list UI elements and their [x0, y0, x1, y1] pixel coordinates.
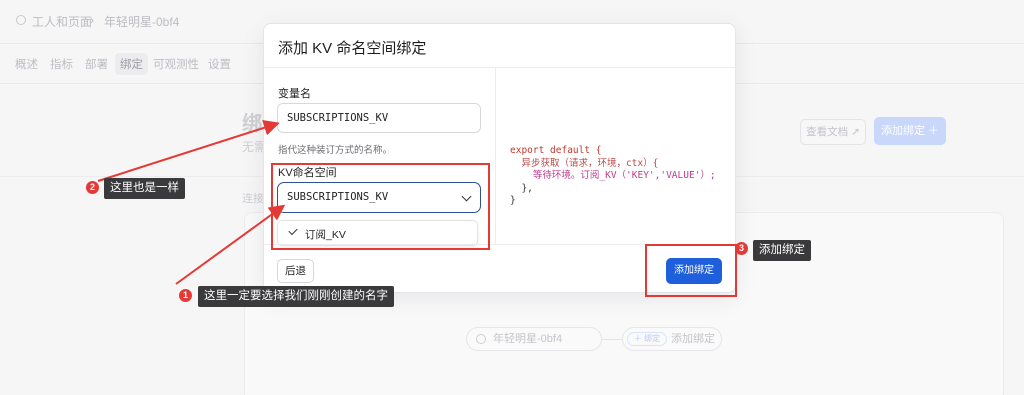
code-line: },: [510, 182, 533, 194]
worker-icon: [16, 15, 26, 25]
breadcrumb-root[interactable]: 工人和页面: [32, 13, 92, 30]
code-preview: export default { 异步获取（请求，环境，ctx）{ 等待环境。订…: [496, 68, 737, 244]
add-binding-header-button[interactable]: 添加绑定 ＋: [874, 117, 946, 145]
bind-label: 添加绑定: [671, 333, 715, 345]
bind-pill: ＋ 绑定: [627, 332, 667, 346]
annotation-tip-one: 这里一定要选择我们刚刚创建的名字: [198, 286, 394, 307]
variable-name-label: 变量名: [278, 88, 311, 100]
code-line: 等待环境。订阅_KV（'KEY','VALUE'）;: [510, 170, 716, 181]
dialog-title: 添加 KV 命名空间绑定: [278, 40, 427, 57]
code-line: 异步获取（请求，环境，ctx）{: [510, 157, 659, 169]
annotation-tip-two: 这里也是一样: [104, 178, 185, 199]
breadcrumb-current[interactable]: 年轻明星-0bf4: [104, 13, 179, 30]
tab-deployments[interactable]: 部署: [85, 56, 108, 72]
annotation-badge-two: 2: [86, 181, 99, 194]
connector-line: [602, 339, 622, 340]
highlight-namespace-box: [271, 163, 490, 250]
worker-node-icon: [476, 334, 486, 344]
tab-bindings[interactable]: 绑定: [115, 53, 148, 75]
back-button[interactable]: 后退: [277, 259, 314, 283]
code-line: export default {: [510, 145, 602, 156]
add-binding-node[interactable]: ＋ 绑定 添加绑定: [622, 327, 722, 351]
breadcrumb-separator: ›: [90, 13, 94, 27]
page-title: 绑: [242, 113, 262, 135]
tab-observability[interactable]: 可观测性: [153, 56, 199, 72]
annotation-badge-one: 1: [179, 289, 192, 302]
tab-metrics[interactable]: 指标: [50, 56, 73, 72]
tab-settings[interactable]: 设置: [208, 56, 231, 72]
annotation-badge-three: 3: [735, 242, 748, 255]
annotation-tip-three: 添加绑定: [753, 240, 811, 261]
worker-node[interactable]: 年轻明星-0bf4: [466, 327, 602, 351]
code-line: }: [510, 195, 516, 206]
highlight-submit-box: [645, 244, 737, 297]
section-label: 连接: [242, 193, 264, 205]
code-snippet: export default { 异步获取（请求，环境，ctx）{ 等待环境。订…: [510, 145, 716, 208]
tab-overview[interactable]: 概述: [15, 56, 38, 72]
variable-name-input[interactable]: SUBSCRIPTIONS_KV: [277, 103, 481, 133]
view-docs-button[interactable]: 查看文档 ↗: [800, 119, 866, 145]
variable-name-hint: 指代这种装订方式的名称。: [278, 145, 393, 156]
